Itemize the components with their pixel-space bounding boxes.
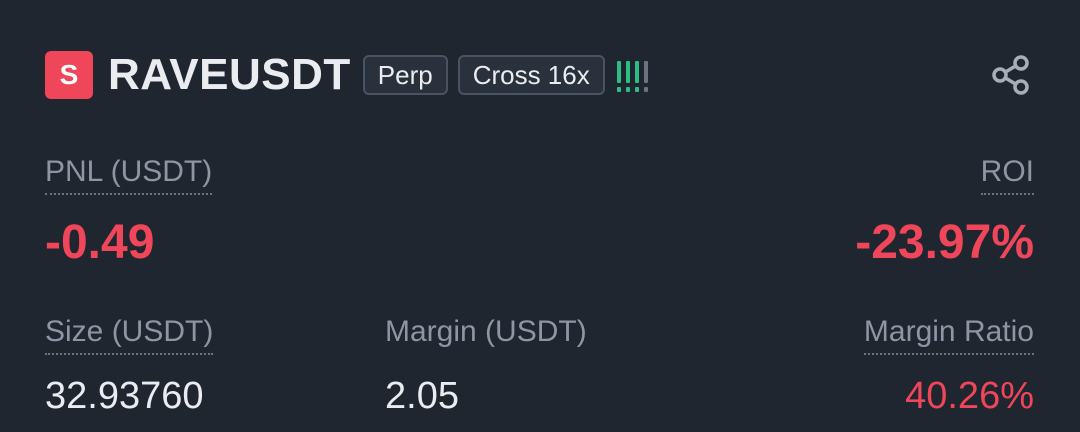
margin-ratio-label[interactable]: Margin Ratio: [863, 315, 1034, 355]
position-side-badge: S: [45, 51, 93, 99]
size-value: 32.93760: [45, 375, 204, 417]
margin-mode-tag[interactable]: Cross 16x: [457, 55, 605, 95]
signal-bars-icon: [616, 58, 648, 92]
margin-ratio-value: 40.26%: [905, 375, 1034, 417]
contract-type-tag: Perp: [362, 55, 448, 95]
roi-label[interactable]: ROI: [980, 155, 1034, 195]
margin-label: Margin (USDT): [385, 315, 587, 348]
position-header: S RAVEUSDT Perp Cross 16x: [45, 50, 648, 100]
size-label[interactable]: Size (USDT): [45, 315, 214, 355]
symbol-title[interactable]: RAVEUSDT: [108, 50, 351, 100]
pnl-value: -0.49: [45, 216, 155, 269]
margin-value: 2.05: [385, 375, 459, 417]
roi-value: -23.97%: [855, 216, 1034, 269]
pnl-label[interactable]: PNL (USDT): [45, 155, 213, 195]
share-icon[interactable]: [990, 54, 1032, 96]
